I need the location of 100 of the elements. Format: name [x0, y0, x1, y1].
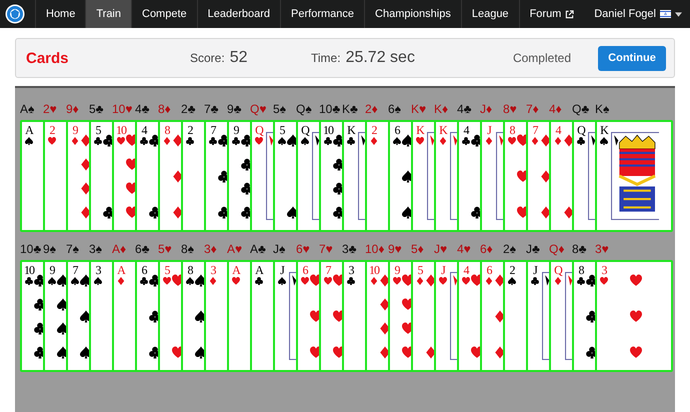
card-rank: 8 [164, 124, 170, 137]
user-menu[interactable]: Daniel Fogel [594, 8, 682, 20]
card-rank: 7 [72, 264, 78, 277]
card-label: 6♣ [135, 242, 151, 256]
caret-icon [675, 12, 682, 16]
card-label: J♥ [434, 242, 448, 256]
card-label: 2♦ [365, 102, 379, 116]
card-label: K♠ [595, 102, 610, 116]
card-label: A♠ [20, 102, 36, 116]
card-rank: 6 [486, 264, 492, 277]
diamond-icon [172, 206, 184, 219]
diamond-icon [563, 206, 575, 219]
card-rank: A [25, 124, 33, 137]
card-rank: 2 [510, 264, 514, 277]
card-rank: J [487, 124, 491, 137]
card-rank: 7 [210, 124, 216, 137]
nav-link[interactable]: League [460, 0, 519, 28]
logo-icon[interactable] [5, 4, 25, 24]
card-label: 3♠ [89, 242, 104, 256]
diamond-icon [117, 277, 125, 285]
card-rank: 6 [142, 264, 146, 277]
card-rank: 5 [96, 124, 100, 137]
card-label: 10♦ [365, 242, 386, 256]
card-label: A♣ [250, 242, 267, 256]
card-rank: 6 [302, 264, 308, 277]
card-rank: Q [301, 124, 309, 137]
card-label: 9♠ [43, 242, 58, 256]
nav-link[interactable]: Forum [518, 0, 584, 28]
diamond-icon [485, 137, 493, 145]
heart-icon [600, 277, 608, 285]
card-label: 9♣ [227, 102, 243, 116]
card-rank: K [439, 124, 447, 137]
card-rank: 6 [394, 124, 400, 137]
heart-icon [255, 137, 263, 145]
card-label: 5♣ [89, 102, 105, 116]
diamond-icon [80, 206, 92, 219]
spade-icon [278, 277, 286, 285]
card-rank: K [600, 124, 608, 137]
club-icon [347, 137, 355, 145]
time-value: 25.72 sec [346, 49, 415, 67]
card-label: Q♣ [572, 102, 590, 116]
card-label: 2♣ [181, 102, 197, 116]
spade-icon [508, 277, 516, 285]
card-label: K♥ [411, 102, 428, 116]
card-rank: A [232, 264, 240, 277]
spade-icon [301, 137, 309, 145]
card-rank: 10 [116, 124, 126, 137]
card-label: 9♥ [388, 242, 403, 256]
card-label: 8♥ [503, 102, 518, 116]
card-label: J♣ [526, 242, 541, 256]
continue-button[interactable]: Continue [598, 46, 666, 70]
card-rank: 9 [234, 124, 238, 137]
card-rank: 3 [96, 264, 100, 277]
time-label: Time: [311, 51, 341, 65]
card-rank: J [441, 264, 445, 277]
diamond-icon [172, 170, 184, 183]
spade-icon [600, 137, 608, 145]
card-rank: 10 [369, 264, 379, 277]
card-rank: 7 [326, 264, 330, 277]
card-label: Q♠ [296, 102, 313, 116]
card-rank: 3 [602, 264, 606, 277]
card-label: 5♥ [158, 242, 173, 256]
nav-link[interactable]: Leaderboard [196, 0, 280, 28]
card-label: 3♣ [342, 242, 358, 256]
card-rank: 9 [394, 264, 400, 277]
heart-icon [630, 274, 642, 287]
card-rank: Q [577, 124, 585, 137]
nav-link[interactable]: Performance [280, 0, 364, 28]
card-label: 10♣ [20, 242, 42, 256]
card-rank: 3 [348, 264, 354, 277]
nav-link[interactable]: Championships [364, 0, 461, 28]
card-rank: J [280, 264, 284, 277]
card-label: 5♦ [411, 242, 425, 256]
card-label: 10♥ [112, 102, 134, 116]
club-icon [186, 137, 194, 145]
exercise-title: Cards [26, 50, 70, 66]
score-value: 52 [230, 49, 248, 67]
card-rank: K [347, 124, 355, 137]
card-label: A♥ [227, 242, 244, 256]
spade-icon [94, 277, 102, 285]
card-label: 2♠ [503, 242, 518, 256]
card-label: 7♠ [66, 242, 80, 256]
club-icon [577, 137, 585, 145]
card-rank: 2 [50, 124, 54, 137]
diamond-icon [554, 277, 562, 285]
card-label: 7♦ [526, 102, 540, 116]
heart-icon [439, 277, 447, 285]
card-label: 3♦ [204, 242, 218, 256]
card-label: 6♥ [296, 242, 311, 256]
card-rank: 4 [464, 264, 468, 277]
card-label: A♦ [112, 242, 128, 256]
diamond-icon [80, 158, 92, 171]
diamond-icon [370, 137, 378, 145]
card-label: 7♣ [204, 102, 220, 116]
card-label: Q♦ [549, 242, 566, 256]
nav-link[interactable]: Train [85, 0, 131, 28]
card-rank: 4 [142, 124, 146, 137]
diamond-icon [379, 322, 391, 335]
nav-link[interactable]: Compete [131, 0, 197, 28]
card-rank: A [117, 264, 125, 277]
